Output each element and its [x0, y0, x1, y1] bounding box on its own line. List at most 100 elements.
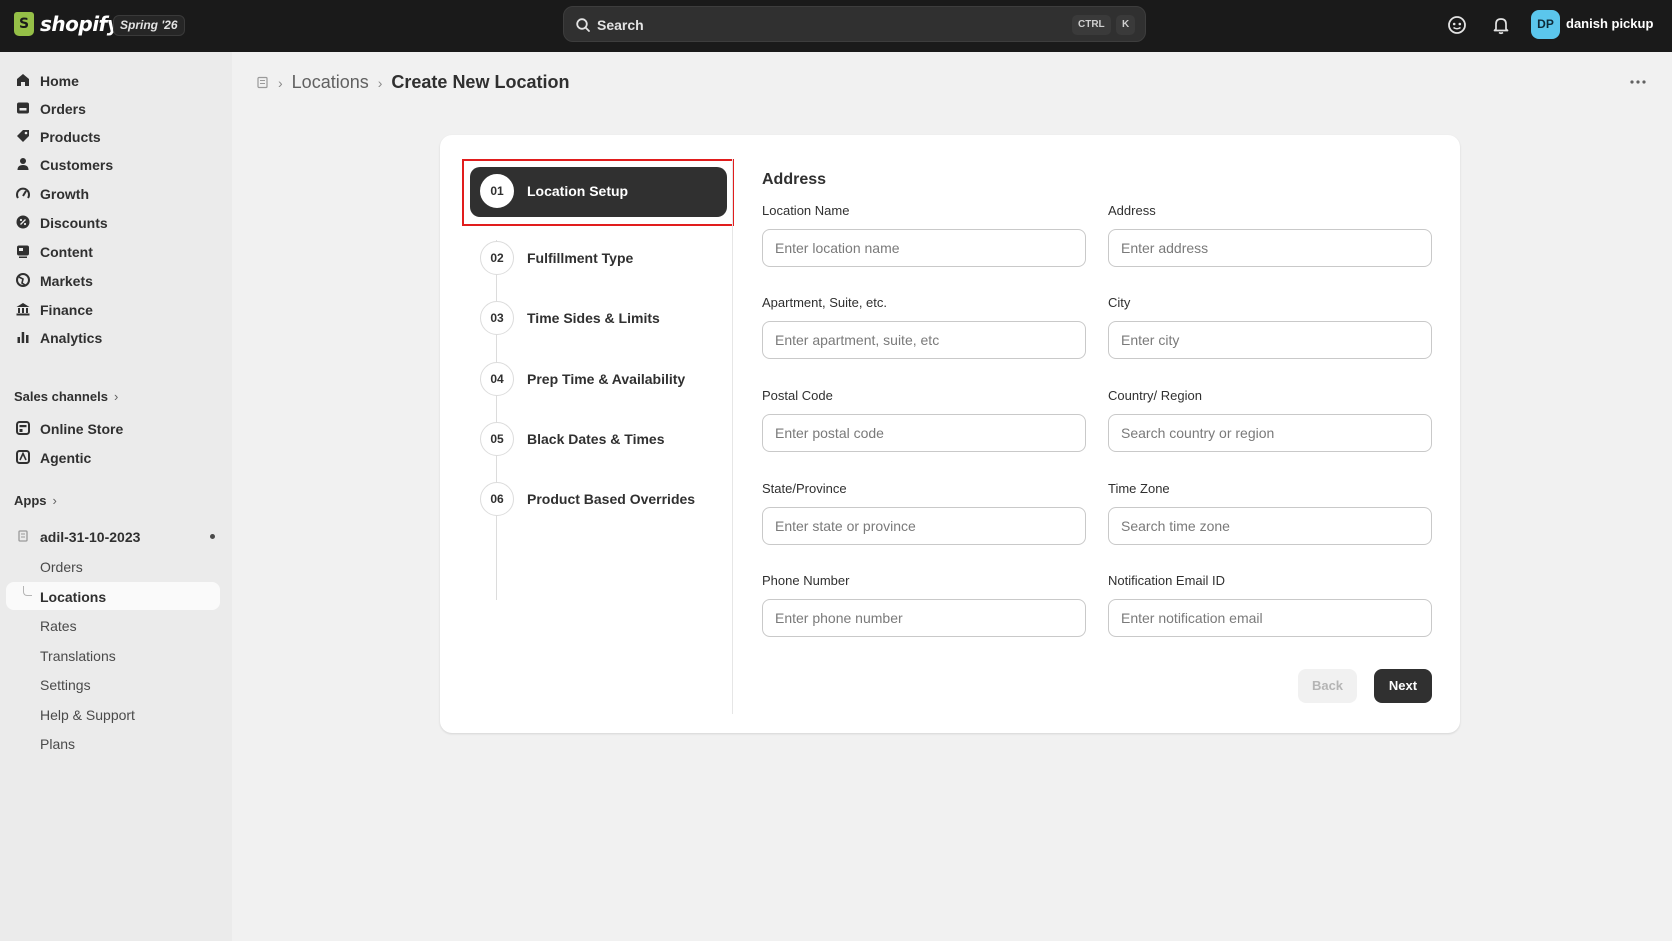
- pin-dot-icon[interactable]: [210, 534, 215, 539]
- growth-icon: [16, 187, 30, 199]
- step-number: 04: [480, 362, 514, 396]
- sidebar-item-agentic[interactable]: Agentic: [6, 443, 220, 471]
- sidebar-item-customers[interactable]: Customers: [6, 150, 220, 178]
- sidebar-item-finance[interactable]: Finance: [6, 295, 220, 323]
- avatar[interactable]: DP: [1531, 10, 1560, 39]
- sidebar-item-content[interactable]: Content: [6, 237, 220, 265]
- state-input[interactable]: [762, 507, 1086, 545]
- brand-name: shopify: [40, 12, 120, 36]
- apartment-input[interactable]: [762, 321, 1086, 359]
- sidebar-subitem-help[interactable]: Help & Support: [6, 700, 220, 728]
- sidebar-item-label: Discounts: [40, 215, 108, 231]
- sidebar-item-label: Agentic: [40, 450, 92, 466]
- sidebar-item-markets[interactable]: Markets: [6, 266, 220, 294]
- app-icon[interactable]: [256, 76, 269, 89]
- sidebar-item-label: Content: [40, 244, 93, 260]
- global-search[interactable]: Search CTRL K: [563, 6, 1146, 42]
- country-search-input[interactable]: [1108, 414, 1432, 452]
- chevron-right-icon: ›: [113, 389, 119, 404]
- sidebar-subitem-label: Orders: [40, 559, 83, 575]
- agentic-icon: [16, 450, 30, 464]
- step-number: 03: [480, 301, 514, 335]
- chevron-right-icon: ›: [52, 493, 57, 508]
- notification-email-input[interactable]: [1108, 599, 1432, 637]
- store-icon: [16, 421, 30, 435]
- sidebar-item-app[interactable]: adil-31-10-2023: [6, 522, 220, 550]
- more-options-icon[interactable]: [1628, 74, 1648, 90]
- breadcrumb: › Locations › Create New Location: [256, 72, 569, 93]
- sidebar-subitem-orders[interactable]: Orders: [6, 552, 220, 580]
- store-name[interactable]: danish pickup: [1566, 16, 1653, 31]
- wizard-card: 01 Location Setup 02 Fulfillment Type 03…: [440, 135, 1460, 733]
- sidebar-subitem-settings[interactable]: Settings: [6, 670, 220, 698]
- top-bar: shopify Spring '26 Search CTRL K DP dani…: [0, 0, 1672, 52]
- sidebar-item-label: Growth: [40, 186, 89, 202]
- chevron-right-icon: ›: [278, 74, 283, 91]
- sidebar-item-growth[interactable]: Growth: [6, 179, 220, 207]
- shopify-logo[interactable]: shopify: [14, 12, 120, 36]
- tree-branch-icon: [23, 586, 32, 596]
- step-label: Product Based Overrides: [527, 491, 696, 507]
- orders-icon: [17, 102, 29, 114]
- home-icon: [17, 74, 29, 86]
- content-icon: [17, 245, 29, 258]
- step-label: Fulfillment Type: [527, 250, 634, 266]
- steps-divider: [732, 159, 733, 714]
- sidebar-item-products[interactable]: Products: [6, 122, 220, 150]
- state-label: State/Province: [762, 481, 847, 496]
- sidebar-item-analytics[interactable]: Analytics: [6, 323, 220, 351]
- phone-input[interactable]: [762, 599, 1086, 637]
- sidebar-item-label: adil-31-10-2023: [40, 529, 141, 545]
- sidebar-item-label: Customers: [40, 157, 114, 173]
- sidebar: Home Orders Products Customers Growth Di…: [0, 52, 232, 941]
- sidebar-subitem-rates[interactable]: Rates: [6, 611, 220, 639]
- sidebar-subitem-label: Settings: [40, 677, 91, 693]
- breadcrumb-locations-link[interactable]: Locations: [292, 72, 369, 93]
- location-name-input[interactable]: [762, 229, 1086, 267]
- sidebar-subitem-label: Plans: [40, 736, 76, 752]
- bell-icon[interactable]: [1490, 14, 1512, 36]
- sidebar-item-label: Products: [40, 129, 101, 145]
- sidebar-subitem-label: Rates: [40, 618, 77, 634]
- next-button[interactable]: Next: [1374, 669, 1432, 703]
- city-input[interactable]: [1108, 321, 1432, 359]
- sales-channels-header[interactable]: Sales channels ›: [14, 389, 118, 404]
- sidebar-subitem-label: Locations: [40, 589, 107, 605]
- country-label: Country/ Region: [1108, 388, 1202, 403]
- sidebar-item-home[interactable]: Home: [6, 66, 220, 94]
- sidekick-icon[interactable]: [1446, 14, 1468, 36]
- postal-code-input[interactable]: [762, 414, 1086, 452]
- address-label: Address: [1108, 203, 1156, 218]
- step-number: 01: [480, 174, 514, 208]
- phone-label: Phone Number: [762, 573, 850, 588]
- sidebar-subitem-plans[interactable]: Plans: [6, 729, 220, 757]
- step-number: 02: [480, 241, 514, 275]
- sidebar-item-label: Finance: [40, 302, 93, 318]
- city-label: City: [1108, 295, 1131, 310]
- sidebar-subitem-label: Help & Support: [40, 707, 135, 723]
- sidebar-subitem-locations[interactable]: Locations: [6, 582, 220, 610]
- address-input[interactable]: [1108, 229, 1432, 267]
- sidebar-subitem-translations[interactable]: Translations: [6, 641, 220, 669]
- season-badge: Spring '26: [113, 15, 185, 36]
- step-label: Location Setup: [527, 183, 629, 199]
- page-title: Create New Location: [391, 72, 570, 92]
- sidebar-item-orders[interactable]: Orders: [6, 94, 220, 122]
- tag-icon: [17, 130, 29, 142]
- globe-icon: [16, 273, 30, 287]
- main-content: › Locations › Create New Location 01 Loc…: [232, 52, 1672, 941]
- bar-chart-icon: [17, 332, 29, 343]
- time-zone-search-input[interactable]: [1108, 507, 1432, 545]
- back-button[interactable]: Back: [1298, 669, 1357, 703]
- apps-header[interactable]: Apps ›: [14, 493, 57, 508]
- shortcut-k: K: [1116, 15, 1136, 35]
- shopify-bag-icon: [14, 12, 34, 36]
- sidebar-item-discounts[interactable]: Discounts: [6, 208, 220, 236]
- sidebar-item-online-store[interactable]: Online Store: [6, 414, 220, 442]
- sidebar-item-label: Home: [40, 73, 79, 89]
- postal-code-label: Postal Code: [762, 388, 833, 403]
- sales-channels-label: Sales channels: [14, 389, 108, 404]
- app-icon: [18, 530, 28, 542]
- bank-icon: [16, 303, 30, 316]
- chevron-right-icon: ›: [377, 74, 383, 91]
